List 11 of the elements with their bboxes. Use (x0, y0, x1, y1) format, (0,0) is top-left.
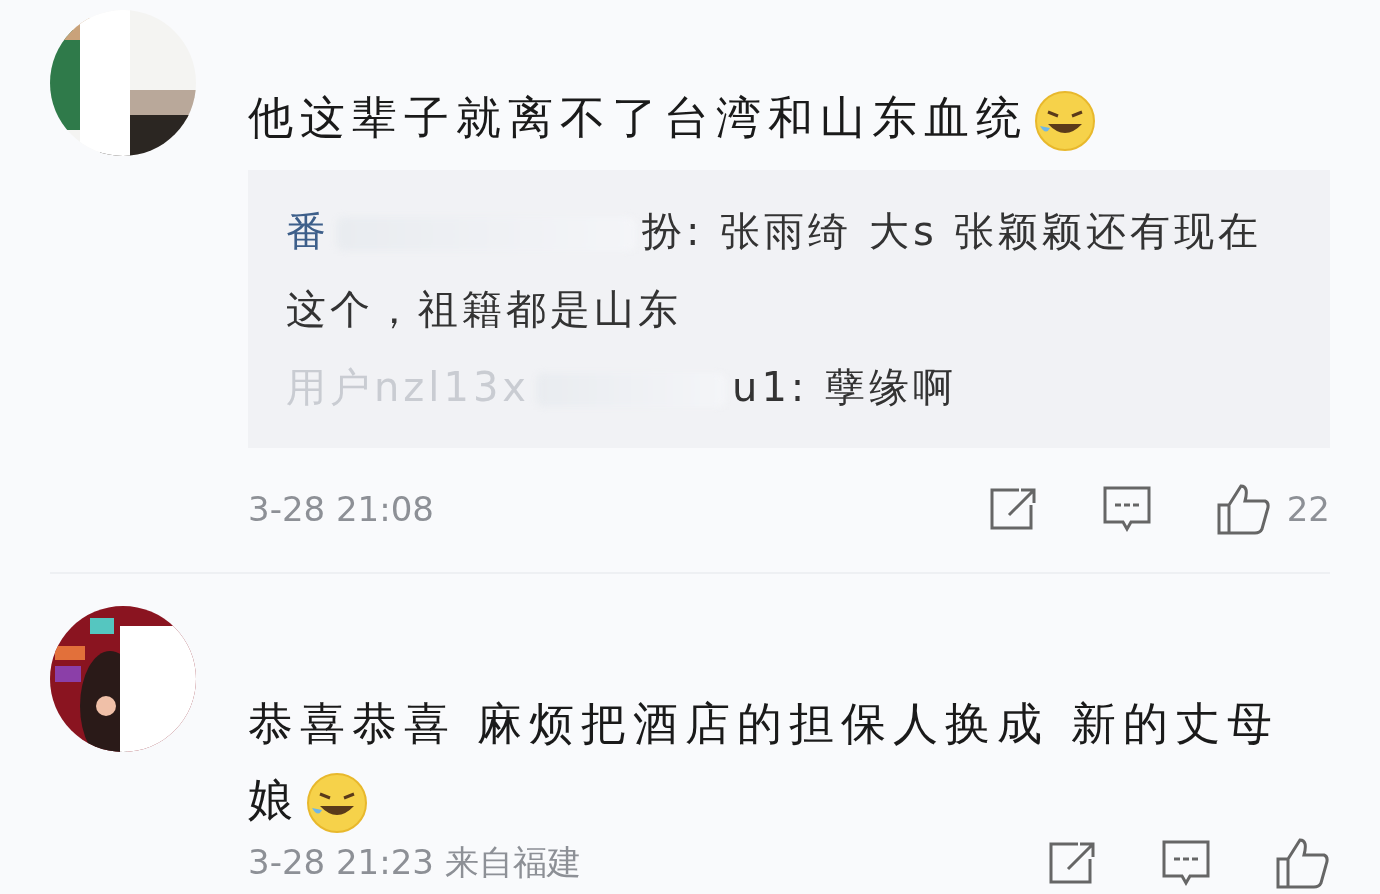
share-icon[interactable] (1048, 841, 1096, 885)
comment-icon[interactable] (1162, 840, 1210, 886)
comment-text: 恭喜恭喜 麻烦把酒店的担保人换成 新的丈母娘 (248, 686, 1308, 838)
comment-time: 3-28 21:08 (248, 489, 435, 529)
comment-icon[interactable] (1102, 486, 1151, 532)
comment-text: 他这辈子就离不了台湾和山东血统 (248, 80, 1308, 156)
like-count: 22 (1286, 489, 1330, 529)
thumbs-up-icon[interactable] (1276, 837, 1330, 889)
comment-time: 3-28 21:23 来自福建 (248, 841, 582, 884)
share-icon[interactable] (988, 487, 1037, 531)
thumbs-up-icon[interactable] (1216, 483, 1271, 535)
